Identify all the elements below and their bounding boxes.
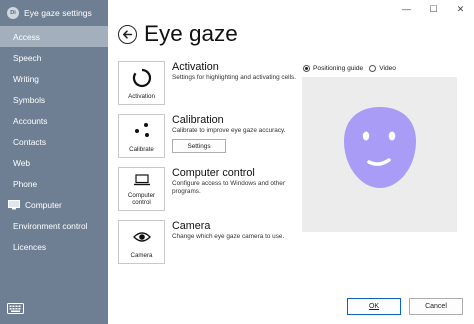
calibration-dots-icon — [134, 122, 149, 137]
positioning-preview — [302, 77, 457, 232]
camera-tile[interactable]: Camera — [118, 220, 165, 264]
maximize-button[interactable]: ☐ — [420, 3, 447, 15]
sidebar-item-accounts[interactable]: Accounts — [0, 110, 108, 131]
positioning-guide-label: Positioning guide — [313, 65, 364, 72]
window-controls: — ☐ ✕ — [393, 3, 474, 15]
face-icon — [344, 107, 416, 188]
video-label: Video — [379, 65, 396, 72]
sidebar-item-symbols[interactable]: Symbols — [0, 89, 108, 110]
feature-computer-control: Computer control Computer control Config… — [118, 167, 297, 211]
camera-desc: Change which eye gaze camera to use. — [172, 233, 285, 240]
sidebar-item-computer[interactable]: Computer — [0, 194, 108, 215]
back-arrow-icon — [122, 29, 133, 39]
app-title: Di Eye gaze settings — [0, 0, 108, 26]
minimize-button[interactable]: — — [393, 3, 420, 15]
page-title: Eye gaze — [144, 21, 238, 46]
activation-tile[interactable]: Activation — [118, 61, 165, 105]
activation-ring-icon — [132, 68, 151, 87]
app-logo-icon: Di — [7, 7, 19, 19]
positioning-guide-radio[interactable] — [303, 65, 310, 72]
cancel-button[interactable]: Cancel — [409, 298, 463, 315]
close-button[interactable]: ✕ — [447, 3, 474, 15]
video-option[interactable]: Video — [369, 65, 396, 72]
app-title-label: Eye gaze settings — [24, 8, 92, 18]
calibration-title: Calibration — [172, 114, 224, 126]
calibration-desc: Calibrate to improve eye gaze accuracy. — [172, 127, 286, 134]
sidebar-item-contacts[interactable]: Contacts — [0, 131, 108, 152]
feature-calibration: Calibrate Calibration Calibrate to impro… — [118, 114, 297, 158]
feature-camera: Camera Camera Change which eye gaze came… — [118, 220, 297, 264]
computer-control-tile-label: Computer control — [127, 192, 156, 206]
computer-icon — [8, 199, 20, 209]
sidebar-item-web[interactable]: Web — [0, 152, 108, 173]
laptop-icon — [133, 174, 150, 186]
sidebar-item-access[interactable]: Access — [0, 26, 108, 47]
calibrate-tile[interactable]: Calibrate — [118, 114, 165, 158]
eye-icon — [132, 231, 151, 242]
computer-control-desc: Configure access to Windows and other pr… — [172, 180, 285, 195]
feature-activation: Activation Activation Settings for highl… — [118, 61, 297, 105]
activation-tile-label: Activation — [128, 93, 155, 100]
calibrate-tile-label: Calibrate — [129, 146, 154, 153]
ok-button[interactable]: OK — [347, 298, 401, 315]
keyboard-icon[interactable] — [7, 303, 24, 314]
sidebar-item-writing[interactable]: Writing — [0, 68, 108, 89]
video-radio[interactable] — [369, 65, 377, 72]
page-header: Eye gaze — [118, 21, 238, 47]
sidebar: Di Eye gaze settings Access Speech Writi… — [0, 0, 108, 324]
preview-mode-options: Positioning guide Video — [303, 65, 402, 72]
sidebar-item-speech[interactable]: Speech — [0, 47, 108, 68]
sidebar-item-environment-control[interactable]: Environment control — [0, 215, 108, 236]
camera-title: Camera — [172, 220, 211, 232]
positioning-guide-option[interactable]: Positioning guide — [303, 65, 363, 72]
calibration-settings-button[interactable]: Settings — [172, 139, 226, 153]
activation-desc: Settings for highlighting and activating… — [172, 74, 296, 81]
activation-title: Activation — [172, 61, 219, 73]
back-button[interactable] — [118, 24, 137, 44]
camera-tile-label: Camera — [130, 252, 153, 259]
sidebar-item-phone[interactable]: Phone — [0, 173, 108, 194]
computer-control-title: Computer control — [172, 167, 255, 179]
computer-control-tile[interactable]: Computer control — [118, 167, 165, 211]
sidebar-item-licences[interactable]: Licences — [0, 236, 108, 257]
